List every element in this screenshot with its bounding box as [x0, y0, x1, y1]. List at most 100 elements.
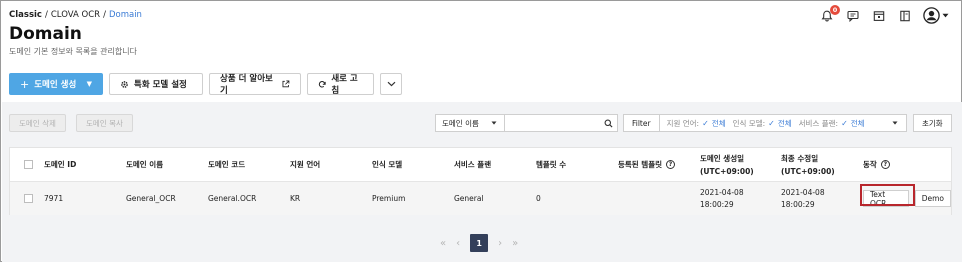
content-area: 도메인 삭제 도메인 복사 도메인 이름 Filter 지원 언어: ✓ 전체 … — [2, 102, 962, 262]
external-link-icon — [282, 80, 290, 88]
more-options-button[interactable] — [380, 73, 402, 95]
col-registered-template[interactable]: 등록된 템플릿 ? — [618, 148, 676, 181]
check-icon: ✓ — [841, 118, 848, 128]
col-action: 동작 ? — [863, 148, 890, 181]
highlight-box — [860, 184, 915, 206]
search-field-select-value: 도메인 이름 — [442, 118, 479, 128]
filter-plan-label: 서비스 플랜: — [798, 118, 839, 128]
filter-model[interactable]: 인식 모델: ✓ 전체 — [733, 118, 792, 129]
reset-button[interactable]: 초기화 — [913, 114, 952, 132]
col-service-plan[interactable]: 서비스 플랜 — [454, 148, 491, 181]
domain-table: 도메인 ID 도메인 이름 도메인 코드 지원 언어 인식 모델 서비스 플랜 … — [9, 147, 952, 215]
col-domain-code[interactable]: 도메인 코드 — [208, 148, 245, 181]
refresh-button[interactable]: 새로 고침 — [307, 73, 374, 96]
breadcrumb-separator: / — [103, 10, 106, 20]
help-icon[interactable]: ? — [666, 160, 676, 169]
cell-created-day: 2021-04-08 — [700, 188, 744, 197]
search-icon — [604, 119, 613, 128]
select-all-cell — [24, 148, 33, 181]
cell-service-plan: General — [454, 194, 484, 203]
chat-icon[interactable] — [845, 8, 861, 24]
learn-more-button[interactable]: 상품 더 알아보기 — [209, 73, 301, 96]
search-field-select[interactable]: 도메인 이름 — [435, 114, 505, 132]
caret-down-icon — [892, 121, 898, 125]
filter-bar: 도메인 삭제 도메인 복사 도메인 이름 Filter 지원 언어: ✓ 전체 … — [9, 114, 954, 134]
col-created-line1: 도메인 생성일 — [700, 154, 745, 163]
filter-plan[interactable]: 서비스 플랜: ✓ 전체 — [799, 118, 865, 129]
learn-more-label: 상품 더 알아보기 — [220, 74, 273, 96]
breadcrumb: Classic / CLOVA OCR / Domain — [9, 10, 142, 20]
cell-modified-time: 18:00:29 — [781, 200, 815, 209]
table-row[interactable]: 7971 General_OCR General.OCR KR Premium … — [10, 182, 951, 215]
notification-badge: 0 — [830, 4, 840, 15]
delete-domain-button[interactable]: 도메인 삭제 — [9, 114, 66, 132]
caret-down-icon — [491, 121, 497, 125]
calendar-icon[interactable] — [871, 8, 887, 24]
user-menu[interactable] — [923, 7, 949, 24]
col-created-date[interactable]: 도메인 생성일 (UTC+09:00) — [700, 148, 754, 181]
breadcrumb-separator: / — [44, 10, 48, 20]
refresh-label: 새로 고침 — [331, 74, 358, 96]
check-icon: ✓ — [768, 118, 775, 128]
breadcrumb-domain: Domain — [108, 10, 142, 20]
first-page-icon[interactable]: « — [440, 238, 446, 249]
refresh-icon — [318, 80, 326, 87]
filter-language[interactable]: 지원 언어: ✓ 전체 — [667, 118, 726, 129]
col-domain-name[interactable]: 도메인 이름 — [126, 148, 163, 181]
col-template-count[interactable]: 템플릿 수 — [536, 148, 566, 181]
page-title: Domain — [9, 24, 82, 44]
caret-down-icon — [942, 13, 949, 18]
pagination: « ‹ 1 › » — [440, 234, 518, 252]
col-model[interactable]: 인식 모델 — [372, 148, 402, 181]
app-window: Classic / CLOVA OCR / Domain Domain 도메인 … — [0, 0, 962, 262]
cell-language: KR — [290, 194, 301, 203]
cell-template-count: 0 — [536, 194, 541, 203]
cell-domain-code: General.OCR — [208, 194, 257, 203]
col-created-line2: (UTC+09:00) — [700, 167, 754, 176]
row-select-cell — [24, 182, 33, 215]
demo-button[interactable]: Demo — [914, 190, 951, 207]
create-domain-button[interactable]: + 도메인 생성 ▼ — [9, 73, 103, 95]
chevron-down-icon — [387, 81, 395, 87]
breadcrumb-classic[interactable]: Classic — [9, 10, 42, 20]
filter-model-value: 전체 — [777, 118, 792, 128]
col-modified-date[interactable]: 최종 수정일 (UTC+09:00) — [781, 148, 835, 181]
filter-model-label: 인식 모델: — [732, 118, 766, 128]
next-page-icon[interactable]: › — [498, 238, 502, 249]
cell-model: Premium — [372, 194, 406, 203]
prev-page-icon[interactable]: ‹ — [456, 238, 460, 249]
col-language[interactable]: 지원 언어 — [290, 148, 320, 181]
help-icon[interactable]: ? — [880, 160, 890, 169]
table-header-row: 도메인 ID 도메인 이름 도메인 코드 지원 언어 인식 모델 서비스 플랜 … — [10, 148, 951, 182]
gear-icon — [121, 80, 128, 88]
book-icon[interactable] — [897, 8, 913, 24]
filter-language-label: 지원 언어: — [666, 118, 700, 128]
filter-plan-value: 전체 — [850, 118, 865, 128]
cell-created-date: 2021-04-08 18:00:29 — [700, 182, 744, 215]
col-domain-id[interactable]: 도메인 ID — [44, 148, 76, 181]
filter-label: Filter — [624, 115, 660, 131]
header-icons: 0 — [819, 4, 949, 24]
check-icon: ✓ — [702, 118, 709, 128]
search-input[interactable] — [504, 114, 618, 132]
special-model-settings-label: 특화 모델 설정 — [134, 80, 187, 90]
copy-domain-button[interactable]: 도메인 복사 — [76, 114, 133, 132]
col-action-label: 동작 — [863, 160, 877, 169]
filter-panel[interactable]: Filter 지원 언어: ✓ 전체 인식 모델: ✓ 전체 서비스 플랜: ✓… — [623, 114, 907, 132]
page-subtitle: 도메인 기본 정보와 목록을 관리합니다 — [9, 47, 137, 56]
last-page-icon[interactable]: » — [512, 238, 518, 249]
plus-icon: + — [20, 77, 30, 91]
cell-modified-date: 2021-04-08 18:00:29 — [781, 182, 825, 215]
col-registered-template-label: 등록된 템플릿 — [618, 160, 663, 169]
bell-icon[interactable]: 0 — [819, 4, 840, 24]
page-1-button[interactable]: 1 — [470, 234, 489, 252]
caret-down-icon[interactable]: ▼ — [87, 80, 92, 88]
col-modified-line2: (UTC+09:00) — [781, 167, 835, 176]
select-all-checkbox[interactable] — [24, 160, 33, 169]
special-model-settings-button[interactable]: 특화 모델 설정 — [109, 73, 203, 95]
breadcrumb-clova-ocr[interactable]: CLOVA OCR — [51, 10, 100, 20]
user-avatar-icon — [923, 7, 940, 24]
create-domain-label: 도메인 생성 — [34, 80, 77, 90]
row-checkbox[interactable] — [24, 194, 33, 203]
cell-domain-id: 7971 — [44, 194, 64, 203]
